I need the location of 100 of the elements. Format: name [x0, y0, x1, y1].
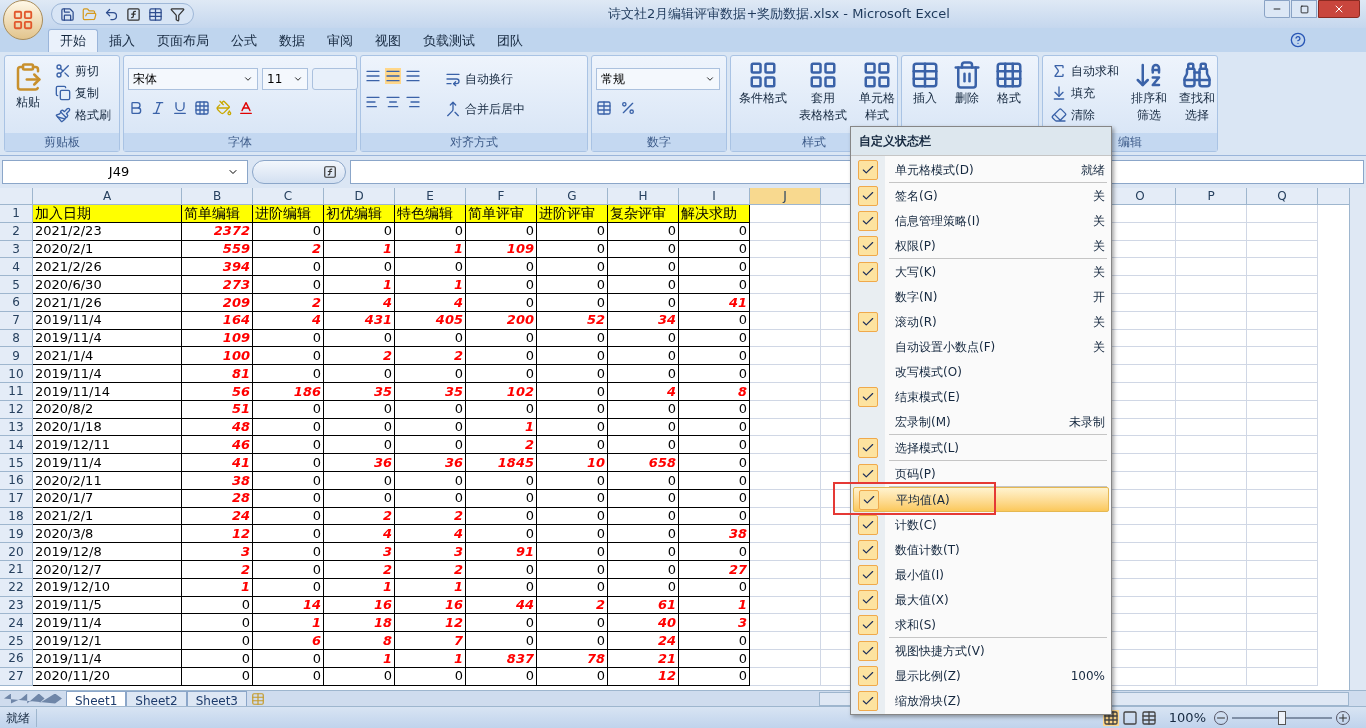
- table-cell: 0: [537, 294, 608, 312]
- table-cell: 2: [253, 294, 324, 312]
- table-cell: 46: [182, 436, 253, 455]
- menu-item-label: 滚动(R): [895, 313, 937, 331]
- table-cell: 0: [182, 632, 253, 650]
- table-cell: 0: [608, 507, 679, 526]
- menu-item-label: 计数(C): [895, 516, 937, 534]
- table-cell: 273: [182, 276, 253, 294]
- table-cell: 0: [395, 436, 466, 455]
- menu-item-value: 100%: [1070, 667, 1105, 685]
- table-cell: 405: [395, 311, 466, 330]
- table-cell: 12: [608, 667, 679, 686]
- table-cell: 0: [679, 543, 750, 561]
- menu-item-value: 开: [1093, 288, 1105, 306]
- group-label: 数字: [647, 134, 671, 151]
- table-cell: 16: [395, 596, 466, 615]
- table-cell: 0: [395, 329, 466, 348]
- table-cell: 431: [324, 311, 395, 330]
- menu-item-label: 数值计数(T): [895, 541, 960, 559]
- table-cell: 0: [466, 489, 537, 508]
- table-cell: 56: [182, 382, 253, 401]
- table-cell: 0: [537, 489, 608, 508]
- table-cell: 0: [466, 525, 537, 544]
- menu-item-label: 显示比例(Z): [895, 667, 961, 685]
- table-cell: 0: [537, 560, 608, 579]
- table-cell: 0: [679, 347, 750, 366]
- table-cell: 209: [182, 294, 253, 312]
- table-cell: 0: [608, 471, 679, 490]
- table-cell: 658: [608, 454, 679, 472]
- table-cell: 解决求助: [679, 205, 750, 223]
- table-cell: 0: [253, 560, 324, 579]
- table-cell: 进阶编辑: [253, 205, 324, 223]
- table-cell: 2019/11/4: [33, 365, 182, 383]
- table-cell: 0: [608, 329, 679, 348]
- table-cell: 1: [253, 614, 324, 633]
- table-cell: 2: [324, 507, 395, 526]
- table-cell: 0: [679, 471, 750, 490]
- table-cell: 2019/11/14: [33, 382, 182, 401]
- table-cell: 0: [679, 240, 750, 259]
- table-cell: 0: [537, 632, 608, 650]
- menu-item-label: 自动设置小数点(F): [895, 338, 996, 356]
- table-cell: 0: [395, 667, 466, 686]
- table-cell: 0: [537, 525, 608, 544]
- table-cell: 0: [608, 276, 679, 294]
- table-cell: 0: [395, 471, 466, 490]
- table-cell: 0: [182, 649, 253, 668]
- table-cell: 10: [537, 454, 608, 472]
- table-cell: 2019/12/8: [33, 543, 182, 561]
- table-cell: 0: [324, 436, 395, 455]
- table-cell: 1: [324, 240, 395, 259]
- table-cell: 24: [608, 632, 679, 650]
- table-cell: 2021/2/26: [33, 258, 182, 277]
- table-cell: 34: [608, 311, 679, 330]
- table-cell: 2019/12/1: [33, 632, 182, 650]
- table-cell: 0: [324, 222, 395, 241]
- table-cell: 简单编辑: [182, 205, 253, 223]
- table-cell: 0: [608, 258, 679, 277]
- table-cell: 0: [537, 436, 608, 455]
- table-cell: 0: [253, 329, 324, 348]
- menu-item-value: 关: [1093, 263, 1105, 281]
- table-cell: 0: [537, 667, 608, 686]
- table-cell: 0: [608, 240, 679, 259]
- table-cell: 0: [253, 258, 324, 277]
- table-cell: 0: [679, 436, 750, 455]
- table-cell: 394: [182, 258, 253, 277]
- menu-item-label: 改写模式(O): [895, 363, 962, 381]
- table-cell: 0: [608, 578, 679, 597]
- table-cell: 100: [182, 347, 253, 366]
- table-cell: 35: [395, 382, 466, 401]
- table-cell: 1845: [466, 454, 537, 472]
- table-cell: 4: [324, 294, 395, 312]
- table-cell: 200: [466, 311, 537, 330]
- table-cell: 2019/11/4: [33, 649, 182, 668]
- table-cell: 0: [679, 632, 750, 650]
- table-cell: 102: [466, 382, 537, 401]
- menu-item-label: 视图快捷方式(V): [895, 642, 985, 660]
- table-cell: 2: [182, 560, 253, 579]
- table-cell: 0: [679, 329, 750, 348]
- table-cell: 2021/1/26: [33, 294, 182, 312]
- table-cell: 0: [466, 632, 537, 650]
- table-cell: 0: [253, 400, 324, 419]
- table-cell: 4: [395, 294, 466, 312]
- table-cell: 6: [253, 632, 324, 650]
- menu-item-label: 最小值(I): [895, 566, 944, 584]
- table-cell: 38: [679, 525, 750, 544]
- menu-item-label: 宏录制(M): [895, 413, 951, 431]
- menu-item-label: 页码(P): [895, 465, 936, 483]
- table-cell: 0: [608, 525, 679, 544]
- table-cell: 2: [395, 507, 466, 526]
- table-cell: 加入日期: [33, 205, 182, 223]
- table-cell: 4: [324, 525, 395, 544]
- table-cell: 0: [466, 667, 537, 686]
- table-cell: 0: [466, 578, 537, 597]
- table-cell: 0: [537, 382, 608, 401]
- menu-title: 自定义状态栏: [859, 133, 931, 150]
- table-cell: 0: [253, 489, 324, 508]
- group-label: 剪贴板: [44, 134, 80, 151]
- menu-item-label: 结束模式(E): [895, 388, 960, 406]
- table-cell: 1: [395, 578, 466, 597]
- table-cell: 1: [182, 578, 253, 597]
